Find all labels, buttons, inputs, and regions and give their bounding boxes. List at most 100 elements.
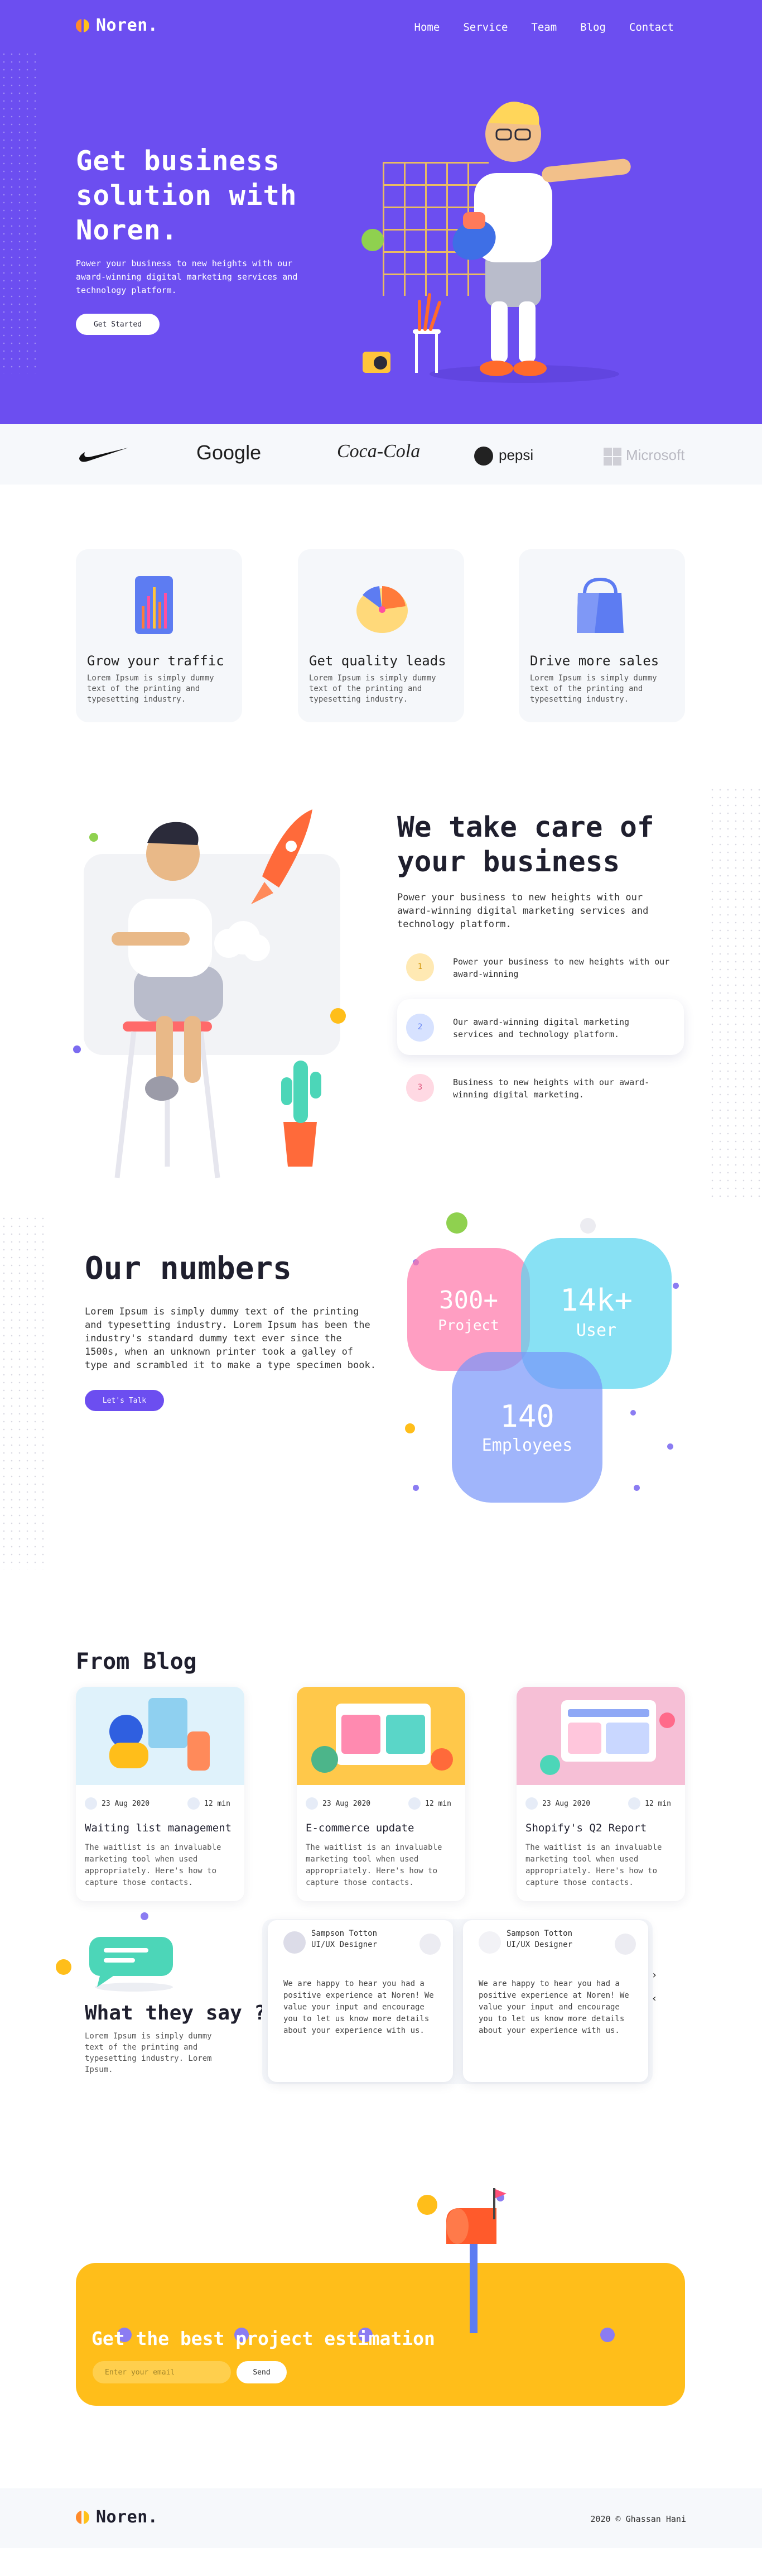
care-item[interactable]: 2 Our award-winning digital marketing se… [397, 999, 684, 1055]
logo-text: Noren. [96, 2507, 158, 2527]
coca-cola-logo: Coca-Cola [337, 441, 421, 462]
calendar-icon [306, 1797, 318, 1810]
avatar [479, 1931, 501, 1954]
pepsi-icon [474, 447, 493, 466]
blog-post-text: The waitlist is an invaluable marketing … [306, 1843, 442, 1887]
blog-card[interactable]: 23 Aug 2020 12 min Shopify's Q2 Report T… [517, 1687, 685, 1901]
shopping-bag-icon [577, 577, 624, 633]
blog-image [297, 1687, 465, 1785]
testimonial-card: Sampson Totton UI/UX Designer We are happ… [268, 1920, 453, 2082]
decor-dot [634, 1485, 640, 1491]
nav-home[interactable]: Home [414, 21, 440, 33]
microsoft-icon [604, 448, 621, 466]
microsoft-logo: Microsoft [626, 447, 685, 463]
blog-image [76, 1687, 244, 1785]
get-started-button[interactable]: Get Started [76, 314, 160, 335]
feature-card[interactable]: Drive more sales Lorem Ipsum is simply d… [519, 549, 685, 722]
chevron-left-icon[interactable]: ‹ [648, 1993, 660, 2005]
clock-icon [408, 1797, 421, 1810]
feature-card[interactable]: Get quality leads Lorem Ipsum is simply … [298, 549, 464, 722]
logo-icon [76, 17, 91, 33]
email-input[interactable] [93, 2361, 231, 2383]
chat-bubble-icon [89, 1937, 173, 1992]
blog-post-title[interactable]: E-commerce update [306, 1822, 414, 1834]
hero-section: Noren. Home Service Team Blog Contact Ge… [0, 0, 762, 424]
care-illustration [73, 809, 346, 1178]
chevron-right-icon[interactable]: › [648, 1969, 660, 1982]
hero-title: Get business solution with Noren. [76, 145, 297, 246]
care-item-text: Our award-winning digital marketing serv… [453, 1017, 630, 1039]
feature-text: Lorem Ipsum is simply dummy text of the … [87, 674, 214, 704]
decor-dot [446, 1212, 467, 1234]
blog-section: From Blog 23 Aug 2020 12 min Waiting lis… [0, 1596, 762, 1909]
feature-card[interactable]: Grow your traffic Lorem Ipsum is simply … [76, 549, 242, 722]
care-section: We take care of your business Power your… [0, 781, 762, 1206]
decor-dot [56, 1959, 71, 1975]
footer-logo[interactable]: Noren. [76, 2507, 158, 2527]
logo-text: Noren. [96, 16, 158, 35]
decor-dot [667, 1443, 673, 1450]
testimonial-card: Sampson Totton UI/UX Designer We are happ… [463, 1920, 648, 2082]
footer: Noren. 2020 © Ghassan Hani [0, 2488, 762, 2548]
care-title: We take care of your business [397, 811, 654, 879]
care-item-text: Business to new heights with our award-w… [453, 1077, 650, 1100]
decor-dot [673, 1283, 679, 1289]
blog-post-title[interactable]: Waiting list management [85, 1822, 232, 1834]
calendar-icon [85, 1797, 97, 1810]
blog-date: 23 Aug 2020 [306, 1797, 370, 1810]
nav-contact[interactable]: Contact [629, 21, 674, 33]
feature-title: Grow your traffic [87, 653, 224, 669]
testimonial-name: Sampson Totton UI/UX Designer [507, 1929, 573, 1949]
nike-logo [79, 448, 128, 462]
blog-card[interactable]: 23 Aug 2020 12 min Waiting list manageme… [76, 1687, 244, 1901]
hero-illustration [361, 102, 631, 383]
blog-post-title[interactable]: Shopify's Q2 Report [525, 1822, 647, 1834]
pepsi-logo: pepsi [499, 447, 534, 463]
blog-read-time: 12 min [187, 1797, 230, 1810]
nav-team[interactable]: Team [531, 21, 557, 33]
mailbox-illustration [446, 2188, 507, 2333]
quote-icon [419, 1934, 441, 1955]
nav-service[interactable]: Service [463, 21, 508, 33]
google-logo: Google [196, 441, 262, 464]
blog-title: From Blog [76, 1649, 197, 1675]
calendar-icon [525, 1797, 538, 1810]
lets-talk-button[interactable]: Let's Talk [85, 1390, 164, 1411]
blog-post-text: The waitlist is an invaluable marketing … [525, 1843, 662, 1887]
feature-title: Get quality leads [309, 653, 446, 669]
care-subtitle: Power your business to new heights with … [397, 892, 649, 930]
traffic-chart-icon [135, 576, 173, 634]
decor-dot [413, 1485, 419, 1491]
avatar [283, 1931, 306, 1954]
blog-card[interactable]: 23 Aug 2020 12 min E-commerce update The… [297, 1687, 465, 1901]
care-item[interactable]: 1 Power your business to new heights wit… [397, 939, 684, 995]
feature-title: Drive more sales [530, 653, 659, 669]
feature-text: Lorem Ipsum is simply dummy text of the … [530, 674, 657, 704]
hero-subtitle: Power your business to new heights with … [76, 258, 298, 295]
decor-dot [141, 1912, 148, 1920]
pie-chart-icon [356, 586, 408, 633]
dot-pattern [708, 786, 762, 1199]
stat-blob: 140 Employees [452, 1352, 602, 1503]
blog-image [517, 1687, 685, 1785]
decor-dot [630, 1410, 636, 1416]
cta-section: Get the best project estimation Send [0, 2166, 762, 2488]
testimonial-text: We are happy to hear you had a positive … [479, 1979, 629, 2035]
blog-post-text: The waitlist is an invaluable marketing … [85, 1843, 221, 1887]
logo-icon [76, 2509, 91, 2525]
decor-dot [417, 2195, 437, 2215]
dot-pattern [0, 1215, 50, 1570]
cta-title: Get the best project estimation [91, 2328, 435, 2349]
blog-date: 23 Aug 2020 [525, 1797, 590, 1810]
care-item[interactable]: 3 Business to new heights with our award… [397, 1059, 684, 1115]
blog-date: 23 Aug 2020 [85, 1797, 149, 1810]
dot-pattern [0, 50, 39, 374]
nav-blog[interactable]: Blog [580, 21, 606, 33]
clock-icon [628, 1797, 640, 1810]
copyright: 2020 © Ghassan Hani [590, 2514, 686, 2524]
step-badge: 3 [406, 1074, 434, 1102]
logo[interactable]: Noren. [76, 16, 158, 35]
send-button[interactable]: Send [237, 2361, 287, 2383]
care-item-text: Power your business to new heights with … [453, 957, 670, 979]
blog-read-time: 12 min [628, 1797, 671, 1810]
